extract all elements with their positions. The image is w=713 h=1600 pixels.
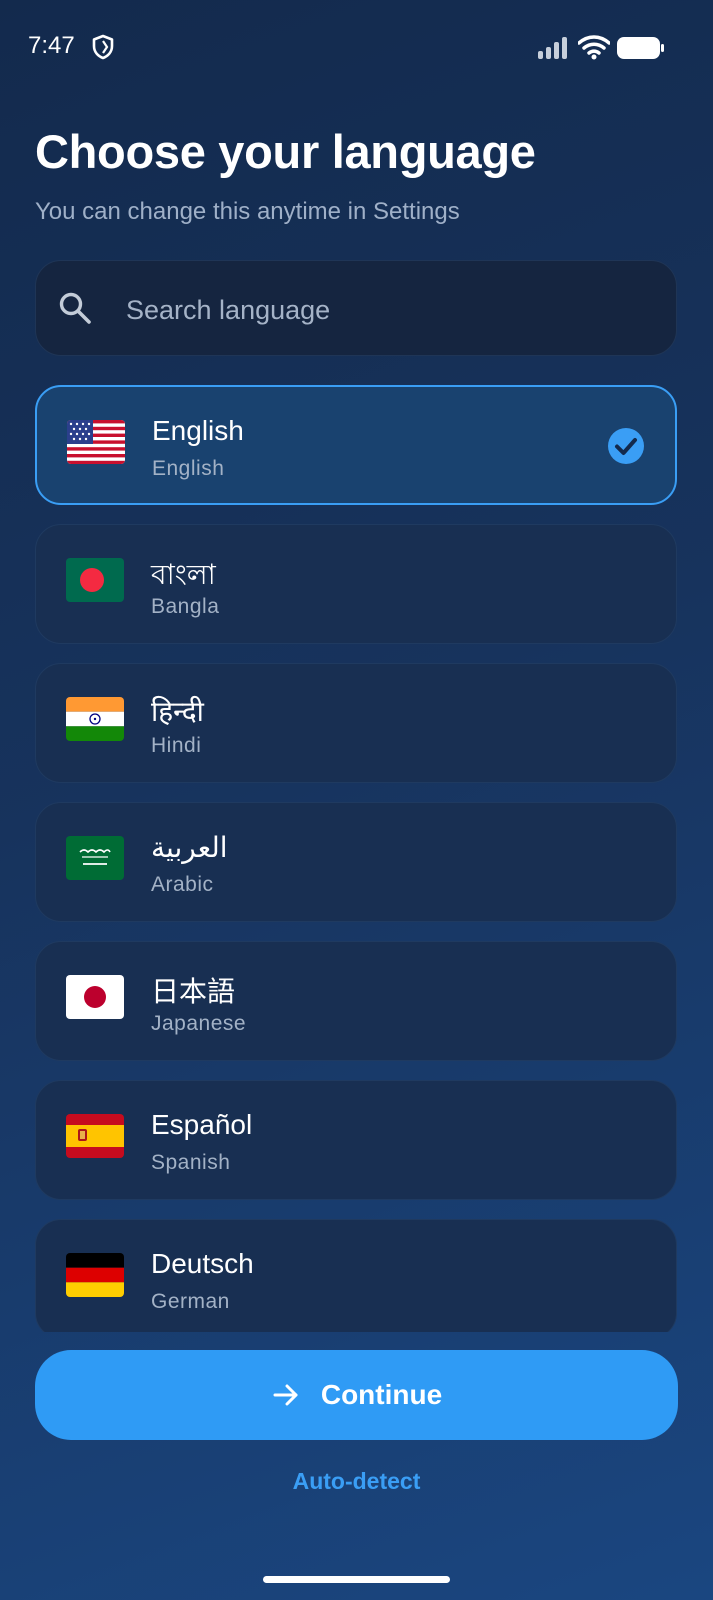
search-bar[interactable] (35, 260, 677, 356)
language-native-name: 日本語 (151, 976, 236, 1007)
language-item-arabic[interactable]: العربية Arabic (35, 802, 677, 922)
language-english-name: English (152, 457, 225, 480)
auto-detect-link[interactable]: Auto-detect (0, 1468, 713, 1495)
language-item-english[interactable]: English English (35, 385, 677, 505)
status-bar: 7:47 (0, 0, 713, 94)
home-indicator[interactable] (263, 1576, 450, 1583)
shield-icon (92, 34, 114, 60)
language-native-name: Deutsch (151, 1248, 254, 1279)
bangladesh-flag-icon (66, 558, 124, 602)
language-list[interactable]: English English বাংলা Bangla हिन्दी Hind… (35, 385, 677, 1332)
wifi-icon (578, 35, 610, 60)
language-english-name: German (151, 1290, 230, 1313)
language-native-name: Español (151, 1109, 253, 1140)
spain-flag-icon (66, 1114, 124, 1158)
language-english-name: Bangla (151, 595, 220, 618)
page-subtitle: You can change this anytime in Settings (35, 198, 460, 225)
japan-flag-icon (66, 975, 124, 1019)
continue-button[interactable]: Continue (35, 1350, 678, 1440)
check-circle-icon (608, 428, 644, 464)
search-input[interactable] (124, 283, 648, 337)
continue-label: Continue (320, 1379, 443, 1410)
page-title: Choose your language (35, 125, 536, 178)
battery-icon (617, 37, 664, 59)
search-icon (59, 292, 91, 324)
germany-flag-icon (66, 1253, 124, 1297)
language-item-german[interactable]: Deutsch German (35, 1219, 677, 1332)
status-time: 7:47 (28, 32, 75, 59)
language-item-spanish[interactable]: Español Spanish (35, 1080, 677, 1200)
language-native-name: हिन्दी (151, 696, 204, 727)
arrow-right-icon (273, 1384, 298, 1406)
us-flag-icon (67, 420, 125, 464)
saudi-flag-icon (66, 836, 124, 880)
language-english-name: Spanish (151, 1151, 231, 1174)
india-flag-icon (66, 697, 124, 741)
language-item-japanese[interactable]: 日本語 Japanese (35, 941, 677, 1061)
language-item-hindi[interactable]: हिन्दी Hindi (35, 663, 677, 783)
language-native-name: العربية (151, 832, 228, 863)
language-native-name: বাংলা (151, 559, 216, 590)
language-item-bangla[interactable]: বাংলা Bangla (35, 524, 677, 644)
language-english-name: Hindi (151, 734, 202, 757)
language-native-name: English (152, 415, 244, 446)
signal-icon (538, 37, 567, 59)
language-english-name: Arabic (151, 873, 214, 896)
language-english-name: Japanese (151, 1012, 247, 1035)
